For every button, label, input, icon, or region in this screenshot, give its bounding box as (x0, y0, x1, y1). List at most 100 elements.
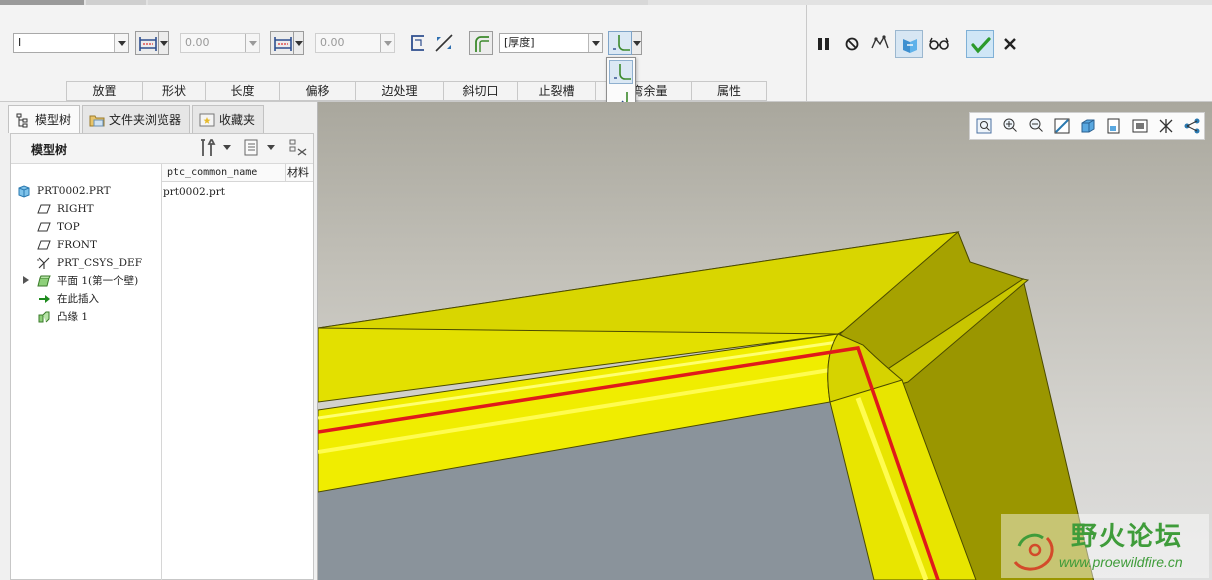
tab-miter-cuts[interactable]: 斜切口 (443, 81, 517, 101)
column-header-common-name[interactable]: ptc_common_name (161, 164, 285, 182)
tab-length[interactable]: 长度 (205, 81, 279, 101)
thickness-combo[interactable]: [厚度] (499, 33, 603, 53)
width-value: 0.00 (185, 36, 210, 49)
datum-display-button[interactable] (1156, 116, 1176, 136)
tree-item-flat-wall[interactable]: 平面 1(第一个壁) (37, 272, 161, 290)
forum-watermark: 野火论坛 www.proewildfire.cn (1001, 514, 1209, 578)
ok-button[interactable] (966, 30, 994, 58)
width-type-button[interactable] (135, 31, 159, 55)
tab-folder-browser[interactable]: 文件夹浏览器 (82, 105, 191, 133)
chevron-down-icon[interactable] (223, 145, 231, 154)
tab-relief[interactable]: 止裂槽 (517, 81, 595, 101)
width-type-dropdown[interactable] (159, 31, 169, 55)
common-name-value: prt0002.prt (163, 186, 225, 198)
length-value-combo[interactable]: 0.00 (315, 33, 395, 53)
tab-label: 模型树 (35, 113, 72, 127)
flip-direction-icon[interactable] (432, 31, 456, 55)
annotation-display-button[interactable] (1182, 116, 1202, 136)
column-header-material[interactable]: 材料 (285, 164, 313, 182)
chevron-down-icon[interactable] (588, 34, 602, 52)
tree-item-right[interactable]: RIGHT (37, 200, 157, 218)
tools-icon[interactable] (197, 137, 219, 159)
bend-radius-side-button[interactable] (608, 31, 632, 55)
chevron-down-icon[interactable] (114, 34, 128, 52)
ribbon-tab-indicator[interactable] (148, 0, 648, 5)
view-manager-icon (1132, 119, 1148, 133)
tree-item-front[interactable]: FRONT (37, 236, 157, 254)
length-type-dropdown[interactable] (294, 31, 304, 55)
insert-here-arrow-icon (37, 292, 51, 306)
part-icon (17, 184, 31, 198)
tree-item-top[interactable]: TOP (37, 218, 157, 236)
tree-item-label: 凸缘 1 (57, 311, 89, 323)
cancel-button[interactable] (996, 30, 1024, 58)
zoom-out-button[interactable] (1026, 116, 1046, 136)
expand-arrow-icon[interactable] (23, 276, 33, 284)
repaint-icon (1054, 118, 1070, 134)
tree-item-label: PRT0002.PRT (37, 185, 111, 197)
repaint-button[interactable] (1052, 116, 1072, 136)
angle-icon[interactable] (406, 31, 430, 55)
refit-button[interactable] (974, 116, 994, 136)
zoom-out-icon (1029, 118, 1043, 132)
folder-icon (89, 112, 105, 128)
bend-inside-icon (614, 64, 631, 80)
tree-item-part[interactable]: PRT0002.PRT (17, 182, 157, 200)
tree-item-flange[interactable]: 凸缘 1 (37, 308, 157, 326)
tree-item-csys[interactable]: x PRT_CSYS_DEF (37, 254, 157, 272)
wall-type-combo[interactable]: I (13, 33, 129, 53)
column-divider[interactable] (161, 164, 162, 580)
display-style-icon (1081, 119, 1095, 133)
saved-views-icon (1107, 118, 1120, 134)
flat-wall-icon (37, 274, 51, 288)
ok-check-icon (971, 37, 991, 54)
display-style-button[interactable] (1078, 116, 1098, 136)
zoom-in-button[interactable] (1000, 116, 1020, 136)
graphics-toolbar (969, 112, 1205, 140)
settings-list-icon[interactable] (241, 137, 263, 159)
tab-placement[interactable]: 放置 (66, 81, 142, 101)
graphics-viewport[interactable]: 野火论坛 www.proewildfire.cn (318, 102, 1212, 580)
chevron-down-icon[interactable] (245, 34, 259, 52)
thickness-side-button[interactable] (469, 31, 493, 55)
tab-favorites[interactable]: 收藏夹 (192, 105, 265, 133)
tab-shape[interactable]: 形状 (142, 81, 205, 101)
tab-model-tree[interactable]: 模型树 (8, 105, 81, 133)
glasses-button[interactable] (925, 30, 953, 58)
bend-inside-icon (613, 35, 630, 51)
zoom-in-icon (1003, 118, 1017, 132)
column-divider[interactable] (285, 164, 286, 182)
tree-item-label: RIGHT (57, 203, 94, 215)
tree-item-label: PRT_CSYS_DEF (57, 257, 143, 269)
chevron-down-icon[interactable] (267, 145, 275, 154)
pause-icon (818, 38, 829, 50)
tab-offset[interactable]: 偏移 (279, 81, 355, 101)
thickness-value: [厚度] (504, 36, 535, 49)
ribbon-tab-indicator[interactable] (86, 0, 146, 5)
cancel-x-icon (1004, 38, 1016, 50)
bend-side-option[interactable] (609, 60, 633, 84)
wall-type-value: I (18, 36, 22, 49)
tab-properties[interactable]: 属性 (691, 81, 767, 101)
length-type-button[interactable] (270, 31, 294, 55)
show-hide-icon[interactable] (287, 137, 309, 159)
tree-item-insert-here[interactable]: 在此插入 (37, 290, 157, 308)
verify-button[interactable] (866, 30, 894, 58)
chevron-down-icon[interactable] (380, 34, 394, 52)
width-type-icon (139, 37, 157, 51)
dashboard-top-strip (0, 0, 1212, 5)
sheetmetal-model[interactable] (318, 102, 1212, 580)
saved-views-button[interactable] (1104, 116, 1124, 136)
tree-item-label: 在此插入 (57, 293, 99, 305)
tree-item-label: TOP (57, 221, 80, 233)
view-feature-icon (903, 39, 917, 53)
width-value-combo[interactable]: 0.00 (180, 33, 260, 53)
ribbon-tab-indicator[interactable] (0, 0, 84, 5)
pause-button[interactable] (810, 30, 838, 58)
bend-radius-dropdown[interactable] (632, 31, 642, 55)
no-preview-button[interactable] (838, 30, 866, 58)
view-feature-button[interactable] (895, 30, 923, 58)
glasses-icon (929, 37, 949, 50)
view-manager-button[interactable] (1130, 116, 1150, 136)
tab-edge-treatment[interactable]: 边处理 (355, 81, 443, 101)
